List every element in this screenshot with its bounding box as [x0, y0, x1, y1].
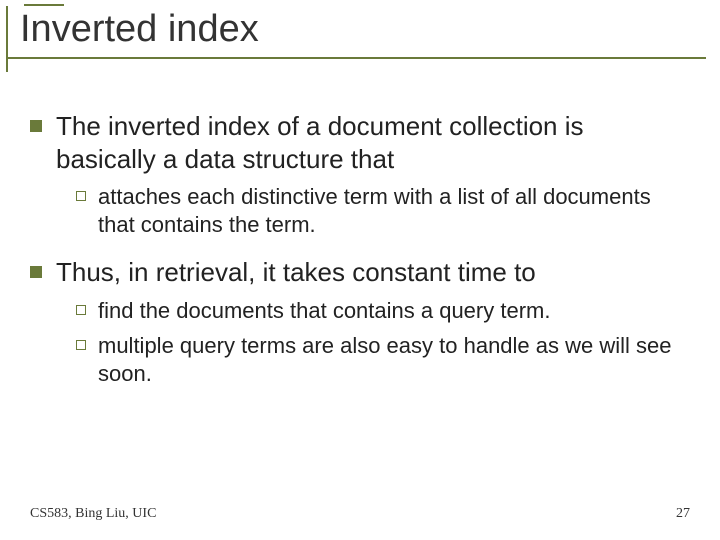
bullet-text: attaches each distinctive term with a li… — [98, 183, 690, 238]
bullet-level1: The inverted index of a document collect… — [30, 110, 690, 175]
title-rule-top — [24, 4, 64, 6]
hollow-square-bullet-icon — [76, 305, 86, 315]
slide-title: Inverted index — [20, 8, 700, 51]
bullet-text: find the documents that contains a query… — [98, 297, 550, 325]
bullet-level2: find the documents that contains a query… — [76, 297, 690, 325]
bullet-text: multiple query terms are also easy to ha… — [98, 332, 690, 387]
bullet-level2: multiple query terms are also easy to ha… — [76, 332, 690, 387]
bullet-text: The inverted index of a document collect… — [56, 110, 690, 175]
spacer — [30, 246, 690, 256]
slide-number: 27 — [676, 506, 690, 522]
footer-left: CS583, Bing Liu, UIC — [30, 506, 156, 522]
slide: Inverted index The inverted index of a d… — [0, 0, 720, 540]
hollow-square-bullet-icon — [76, 340, 86, 350]
bullet-text: Thus, in retrieval, it takes constant ti… — [56, 256, 536, 289]
hollow-square-bullet-icon — [76, 191, 86, 201]
title-block: Inverted index — [6, 4, 700, 59]
square-bullet-icon — [30, 266, 42, 278]
bullet-level2: attaches each distinctive term with a li… — [76, 183, 690, 238]
content-area: The inverted index of a document collect… — [30, 110, 690, 395]
bullet-level1: Thus, in retrieval, it takes constant ti… — [30, 256, 690, 289]
title-rule-bottom — [6, 57, 706, 59]
square-bullet-icon — [30, 120, 42, 132]
